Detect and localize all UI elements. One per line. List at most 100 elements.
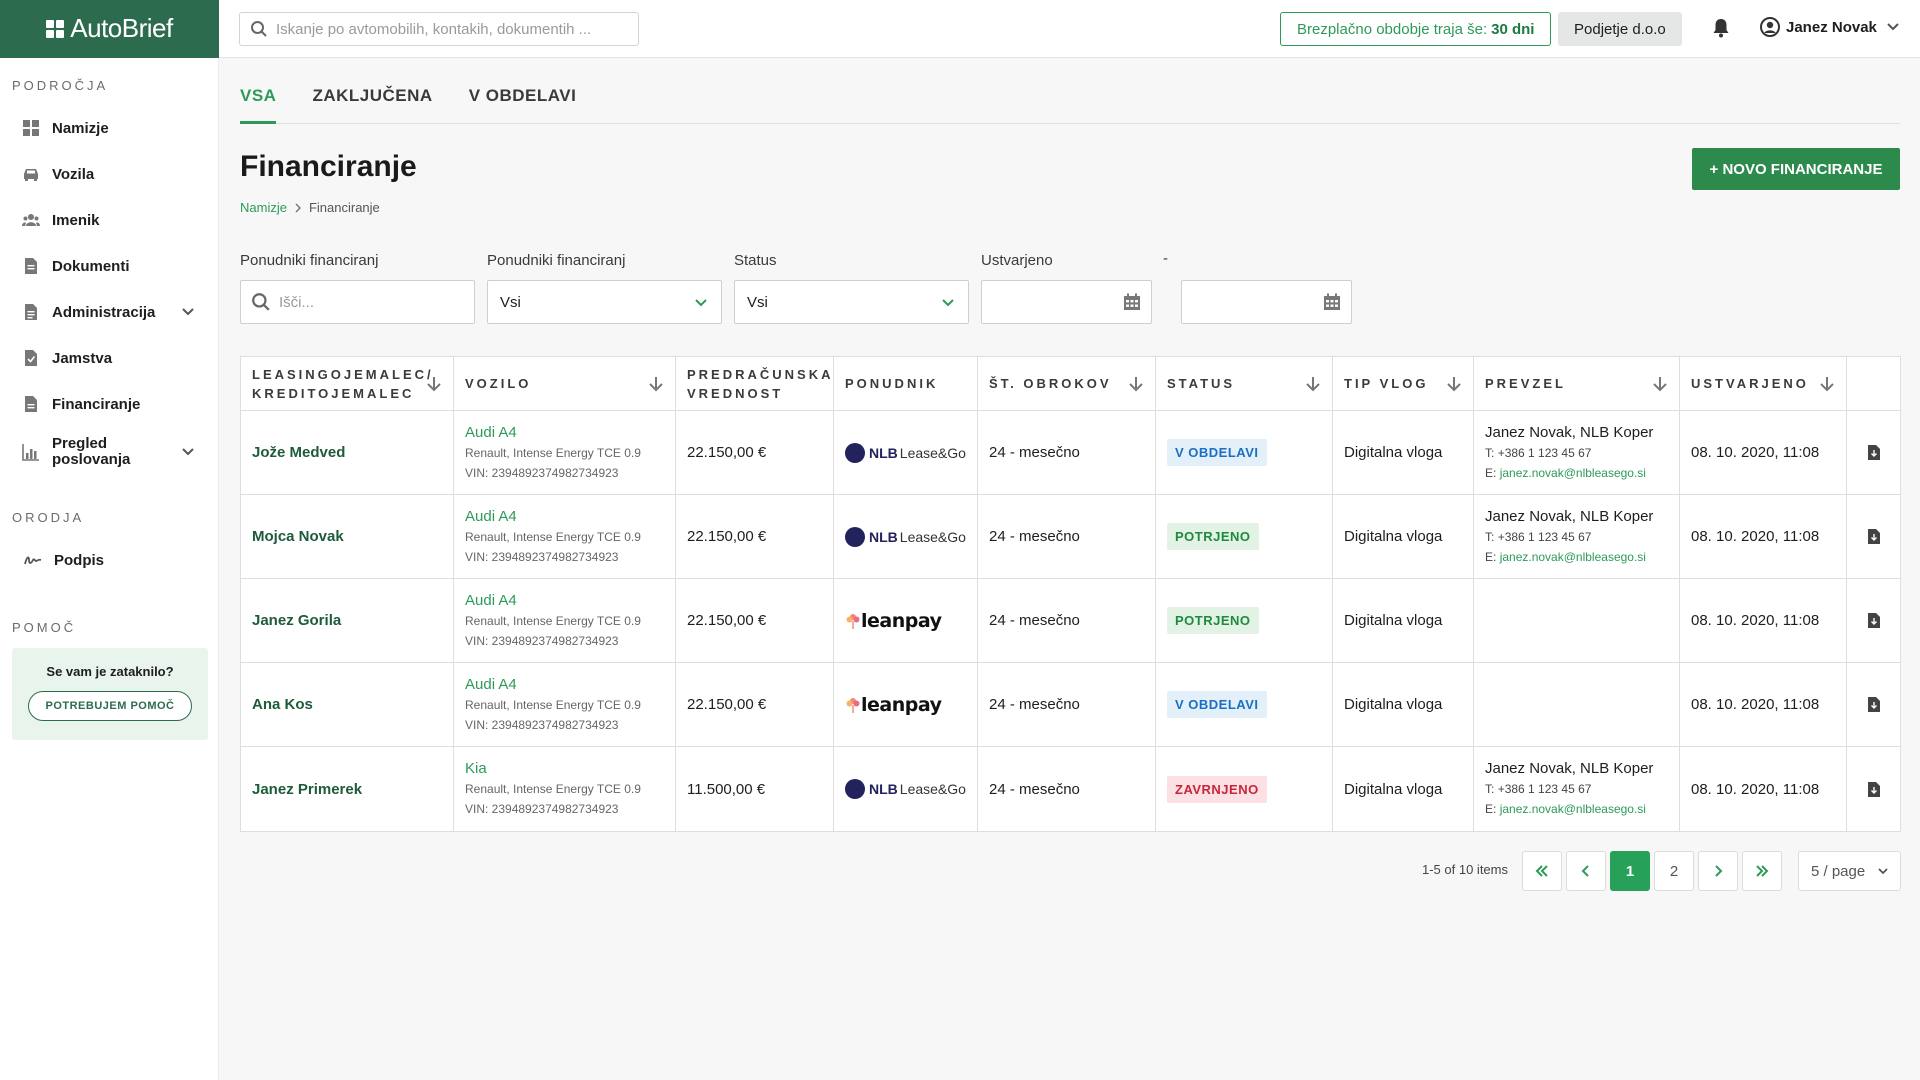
- cell-installments: 24 - mesečno: [978, 747, 1156, 831]
- vehicle-model-link[interactable]: Audi A4: [465, 423, 641, 443]
- col-header-borrower[interactable]: LEASINGOJEMALEC/ KREDITOJEMALEC: [241, 357, 454, 410]
- borrower-name[interactable]: Mojca Novak: [252, 528, 344, 545]
- sort-arrow-icon[interactable]: [1129, 376, 1143, 392]
- bell-icon[interactable]: [1712, 18, 1730, 38]
- pagination-last-button[interactable]: [1742, 851, 1782, 891]
- filter-created-to[interactable]: [1181, 280, 1352, 324]
- sidebar-item-administracija[interactable]: Administracija: [22, 300, 194, 324]
- download-document-icon[interactable]: [1867, 528, 1881, 545]
- chevron-right-icon: [295, 202, 301, 213]
- help-button[interactable]: POTREBUJEM POMOČ: [28, 691, 192, 721]
- pagination-page-1[interactable]: 1: [1610, 851, 1650, 891]
- sidebar-item-namizje[interactable]: Namizje: [22, 116, 109, 140]
- download-document-icon[interactable]: [1867, 781, 1881, 798]
- sidebar-item-podpis[interactable]: Podpis: [24, 548, 104, 572]
- filter-status-label: Status: [734, 252, 777, 269]
- pagination-first-button[interactable]: [1522, 851, 1562, 891]
- sidebar-item-financiranje[interactable]: Financiranje: [22, 392, 140, 416]
- table-row[interactable]: Janez Primerek Kia Renault, Intense Energ…: [241, 747, 1900, 831]
- search-input[interactable]: [276, 20, 616, 38]
- borrower-name[interactable]: Janez Gorila: [252, 612, 341, 629]
- taken-by-phone-line: T: +386 1 123 45 67: [1485, 779, 1653, 799]
- table-row[interactable]: Mojca Novak Audi A4 Renault, Intense Ener…: [241, 495, 1900, 579]
- chevron-down-icon: [1878, 868, 1888, 875]
- col-header-created[interactable]: USTVARJENO: [1680, 357, 1847, 410]
- filter-provider-search[interactable]: Išči...: [240, 280, 475, 324]
- taken-by-phone: +386 1 123 45 67: [1497, 782, 1592, 796]
- sidebar-section-tools: ORODJA: [12, 510, 85, 525]
- cell-provider: NLB Lease&Go: [834, 747, 978, 831]
- sidebar-item-jamstva[interactable]: Jamstva: [22, 346, 112, 370]
- taken-by-email[interactable]: janez.novak@nlbleasego.si: [1500, 550, 1646, 564]
- borrower-name[interactable]: Ana Kos: [252, 696, 313, 713]
- vehicle-model-link[interactable]: Kia: [465, 759, 641, 779]
- logo-mark-icon: [46, 19, 65, 38]
- col-header-installments[interactable]: ŠT. OBROKOV: [978, 357, 1156, 410]
- sidebar-item-pregled-poslovanja[interactable]: Pregled poslovanja: [22, 434, 194, 470]
- tab-zakljucena[interactable]: ZAKLJUČENA: [312, 86, 432, 124]
- sort-arrow-icon[interactable]: [649, 376, 663, 392]
- pagination-next-button[interactable]: [1698, 851, 1738, 891]
- tab-vsa[interactable]: VSA: [240, 86, 277, 124]
- taken-by-email[interactable]: janez.novak@nlbleasego.si: [1500, 466, 1646, 480]
- tab-v-obdelavi[interactable]: V OBDELAVI: [469, 86, 577, 124]
- cell-value: 11.500,00 €: [676, 747, 834, 831]
- col-header-type[interactable]: TIP VLOG: [1333, 357, 1474, 410]
- col-header-status[interactable]: STATUS: [1156, 357, 1333, 410]
- breadcrumb-home[interactable]: Namizje: [240, 200, 287, 215]
- download-document-icon[interactable]: [1867, 696, 1881, 713]
- sort-arrow-icon[interactable]: [1447, 376, 1461, 392]
- cell-installments: 24 - mesečno: [978, 411, 1156, 494]
- download-document-icon[interactable]: [1867, 612, 1881, 629]
- borrower-name[interactable]: Jože Medved: [252, 444, 345, 461]
- taken-by-email[interactable]: janez.novak@nlbleasego.si: [1500, 802, 1646, 816]
- new-financing-button[interactable]: + NOVO FINANCIRANJE: [1692, 148, 1900, 190]
- filter-created-from[interactable]: [981, 280, 1152, 324]
- vehicle-model-link[interactable]: Audi A4: [465, 675, 641, 695]
- admin-document-icon: [25, 304, 37, 320]
- trial-badge[interactable]: Brezplačno obdobje traja še: 30 dni: [1280, 12, 1552, 46]
- vehicle-model-link[interactable]: Audi A4: [465, 591, 641, 611]
- date-range-separator: -: [1163, 250, 1168, 267]
- global-search[interactable]: [239, 12, 639, 46]
- chevron-down-icon: [182, 448, 194, 456]
- col-header-vehicle[interactable]: VOZILO: [454, 357, 676, 410]
- sidebar-item-vozila[interactable]: Vozila: [22, 162, 94, 186]
- pagination-prev-button[interactable]: [1566, 851, 1606, 891]
- cell-provider: NLB Lease&Go: [834, 495, 978, 578]
- app-name: AutoBrief: [70, 13, 173, 43]
- table-row[interactable]: Janez Gorila Audi A4 Renault, Intense Ene…: [241, 579, 1900, 663]
- sort-arrow-icon[interactable]: [427, 376, 441, 392]
- taken-by-email-line: E: janez.novak@nlbleasego.si: [1485, 547, 1653, 567]
- filter-provider-label: Ponudniki financiranj: [487, 252, 626, 269]
- col-header-taken-by[interactable]: PREVZEL: [1474, 357, 1680, 410]
- sidebar-item-dokumenti[interactable]: Dokumenti: [22, 254, 130, 278]
- provider-name-bold: NLB: [869, 444, 898, 461]
- calendar-icon: [1324, 293, 1340, 310]
- filter-provider-select[interactable]: Vsi: [487, 280, 722, 324]
- company-button[interactable]: Podjetje d.o.o: [1558, 12, 1682, 46]
- download-document-icon[interactable]: [1867, 444, 1881, 461]
- sidebar-item-imenik[interactable]: Imenik: [22, 208, 100, 232]
- page-size-select[interactable]: 5 / page: [1798, 851, 1901, 891]
- vehicle-vin: VIN: 2394892374982734923: [465, 465, 619, 480]
- sort-arrow-icon[interactable]: [1820, 376, 1834, 392]
- table-row[interactable]: Jože Medved Audi A4 Renault, Intense Ener…: [241, 411, 1900, 495]
- nlb-leasego-logo: NLB Lease&Go: [845, 779, 966, 799]
- filter-status-select[interactable]: Vsi: [734, 280, 969, 324]
- table-row[interactable]: Ana Kos Audi A4 Renault, Intense Energy T…: [241, 663, 1900, 747]
- contacts-icon: [22, 214, 40, 226]
- pagination-info: 1-5 of 10 items: [1422, 862, 1508, 877]
- status-badge: POTRJENO: [1167, 523, 1259, 550]
- chart-icon: [22, 444, 39, 461]
- taken-by-phone-line: T: +386 1 123 45 67: [1485, 527, 1653, 547]
- pagination-page-2[interactable]: 2: [1654, 851, 1694, 891]
- taken-by-email-line: E: janez.novak@nlbleasego.si: [1485, 463, 1653, 483]
- sort-arrow-icon[interactable]: [1653, 376, 1667, 392]
- user-menu[interactable]: Janez Novak: [1760, 17, 1899, 37]
- sort-arrow-icon[interactable]: [1306, 376, 1320, 392]
- cell-actions: [1847, 663, 1900, 746]
- vehicle-model-link[interactable]: Audi A4: [465, 507, 641, 527]
- borrower-name[interactable]: Janez Primerek: [252, 781, 362, 798]
- app-logo[interactable]: AutoBrief: [0, 0, 219, 58]
